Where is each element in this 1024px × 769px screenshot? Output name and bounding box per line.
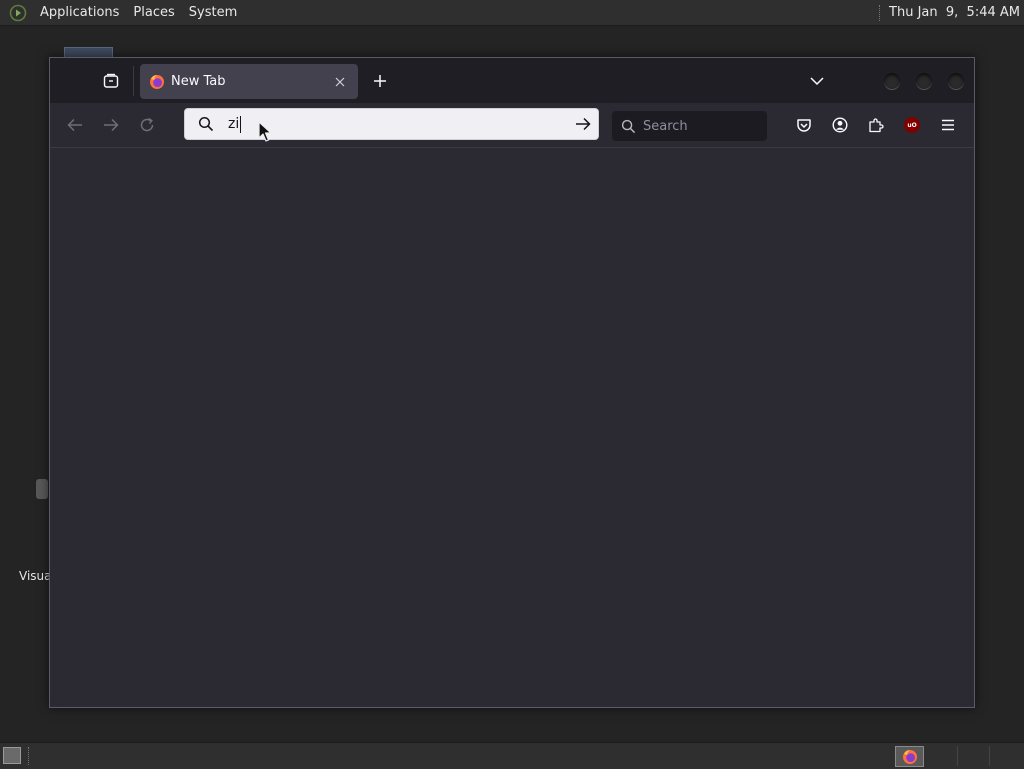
search-icon <box>198 116 214 132</box>
new-tab-icon[interactable] <box>370 71 390 91</box>
chevron-down-icon[interactable] <box>807 71 827 91</box>
tab-title: New Tab <box>171 74 226 89</box>
extensions-icon[interactable] <box>866 115 886 135</box>
search-placeholder: Search <box>643 118 688 134</box>
firefox-icon <box>149 74 165 90</box>
firefox-view-icon[interactable] <box>101 71 121 91</box>
top-panel: Applications Places System Thu Jan 9, 5:… <box>0 0 1024 26</box>
panel-separator <box>879 4 881 21</box>
search-icon <box>621 118 637 134</box>
mouse-pointer-icon <box>258 121 272 142</box>
menu-applications[interactable]: Applications <box>33 5 126 20</box>
text-caret <box>240 115 242 133</box>
forward-arrow-icon[interactable] <box>101 115 121 135</box>
bottom-panel <box>0 742 1024 769</box>
tab-new-tab[interactable]: New Tab <box>140 64 358 99</box>
close-icon[interactable] <box>332 74 348 90</box>
firefox-icon <box>902 749 917 764</box>
browser-window: New Tab zi Search uO <box>49 57 975 708</box>
minimize-button[interactable] <box>884 73 900 89</box>
clock[interactable]: Thu Jan 9, 5:44 AM <box>889 5 1020 20</box>
account-icon[interactable] <box>830 115 850 135</box>
maximize-button[interactable] <box>916 73 932 89</box>
back-arrow-icon[interactable] <box>65 115 85 135</box>
panel-separator <box>28 747 30 765</box>
applications-menu-icon[interactable] <box>9 4 27 22</box>
desktop-icon-label[interactable]: Visua <box>19 569 49 583</box>
page-content[interactable] <box>50 148 974 707</box>
ublock-icon[interactable]: uO <box>902 115 922 135</box>
workspace-separator <box>989 746 990 766</box>
tabbar-separator <box>133 66 134 96</box>
navigation-toolbar: zi Search uO <box>50 103 974 148</box>
close-window-button[interactable] <box>948 73 964 89</box>
address-bar[interactable]: zi <box>184 108 599 140</box>
tab-bar: New Tab <box>50 58 974 103</box>
pocket-icon[interactable] <box>794 115 814 135</box>
menu-places[interactable]: Places <box>126 5 181 20</box>
address-input[interactable]: zi <box>228 115 574 133</box>
taskbar-firefox-button[interactable] <box>895 746 924 767</box>
desktop-handle[interactable] <box>36 479 48 499</box>
search-bar[interactable]: Search <box>612 111 767 141</box>
workspace-separator <box>957 746 958 766</box>
reload-icon[interactable] <box>137 115 157 135</box>
ublock-badge: uO <box>904 117 920 133</box>
menu-system[interactable]: System <box>182 5 244 20</box>
address-input-value: zi <box>228 116 240 132</box>
hamburger-menu-icon[interactable] <box>938 115 958 135</box>
show-desktop-icon[interactable] <box>3 747 21 764</box>
go-arrow-icon[interactable] <box>574 115 592 133</box>
